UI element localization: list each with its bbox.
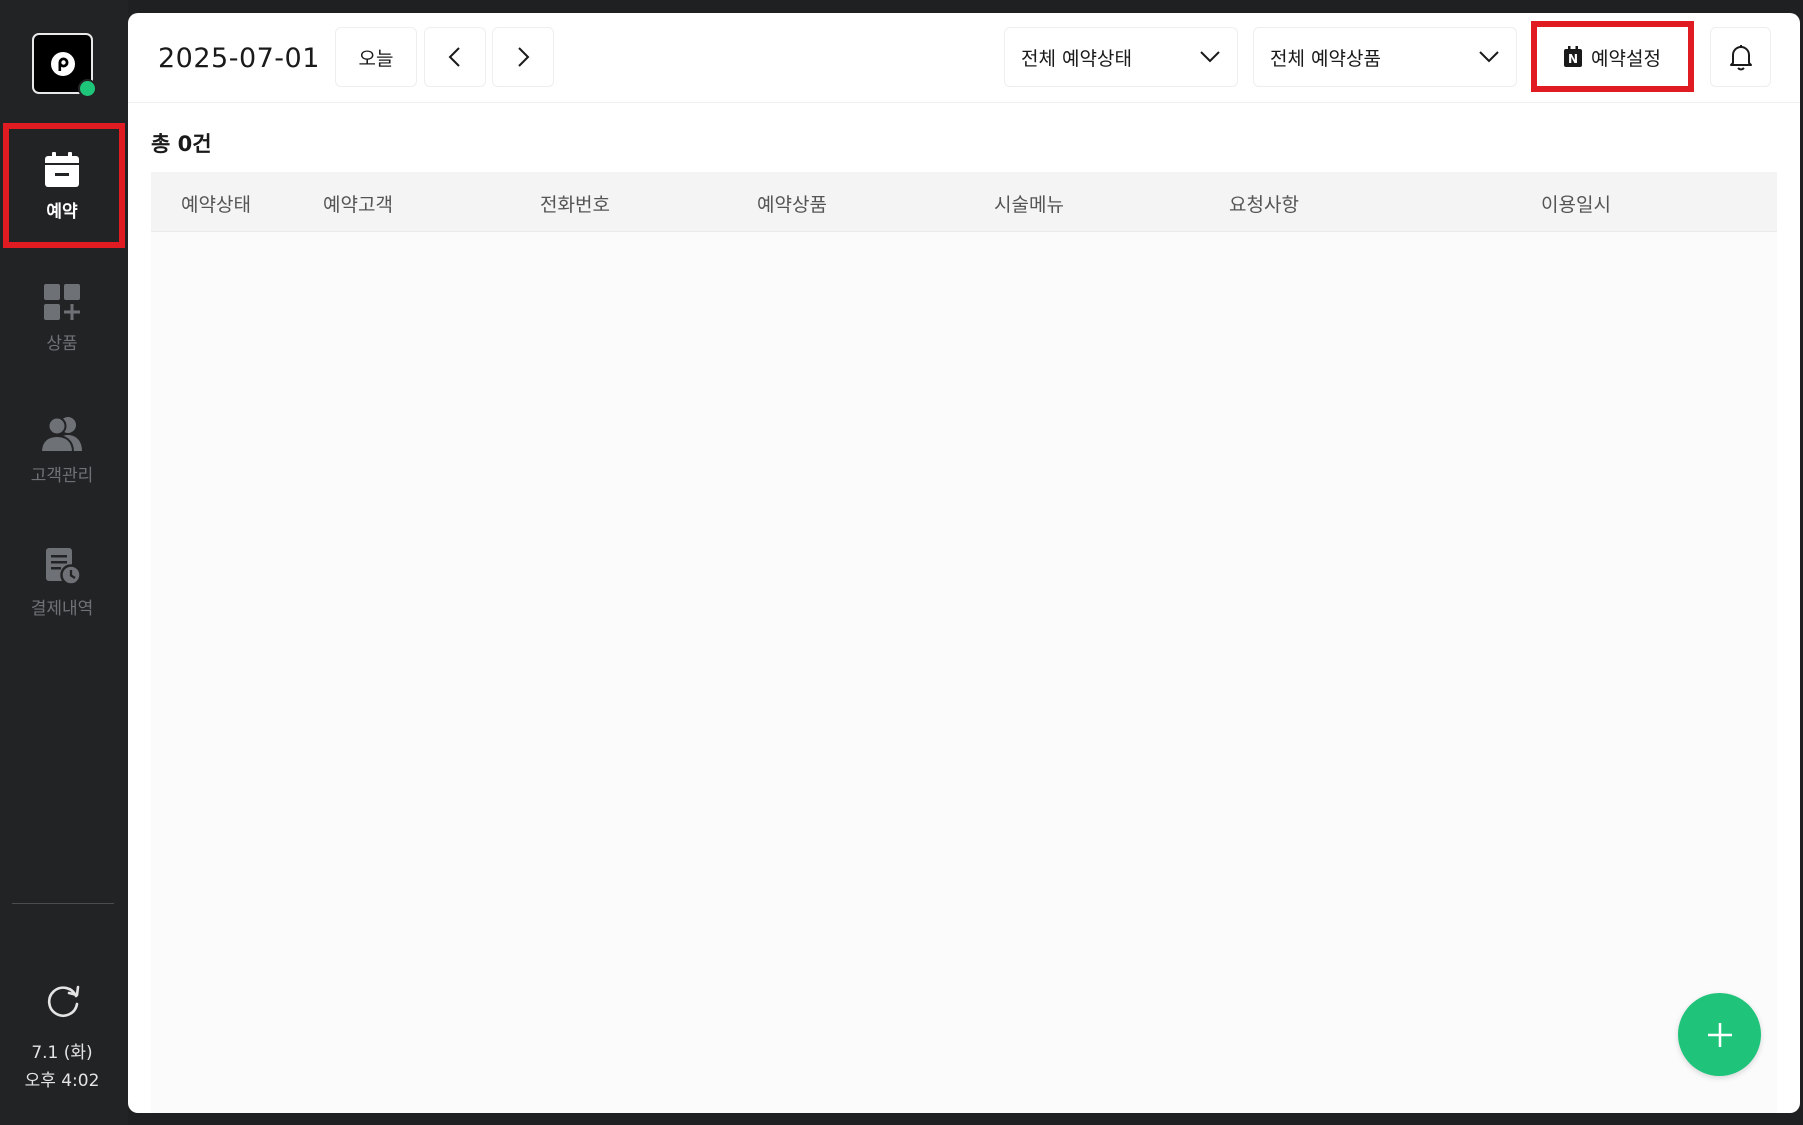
column-header-status: 예약상태 [181, 194, 251, 216]
reservation-settings-button[interactable]: N 예약설정 [1538, 27, 1686, 87]
reservation-product-select[interactable]: 전체 예약상품 [1253, 27, 1517, 87]
receipt-clock-icon [46, 547, 82, 586]
sidebar-item-label: 예약 [46, 201, 78, 222]
column-header-datetime: 이용일시 [1541, 194, 1611, 216]
chevron-right-icon [518, 47, 530, 67]
people-icon [40, 416, 82, 453]
table-body-empty [151, 232, 1777, 1113]
chevron-down-icon [1479, 51, 1499, 63]
current-time: 오후 4:02 [24, 1071, 100, 1091]
reservation-settings-label: 예약설정 [1591, 47, 1661, 70]
chevron-down-icon [1200, 51, 1220, 63]
total-count: 총 0건 [151, 132, 212, 156]
svg-text:N: N [1568, 52, 1578, 66]
sidebar-item-label: 고객관리 [30, 465, 94, 486]
sidebar-item-label: 결제내역 [30, 598, 94, 619]
reservation-status-select[interactable]: 전체 예약상태 [1004, 27, 1238, 87]
sidebar-item-reservation[interactable]: 예약 [0, 127, 124, 245]
notifications-button[interactable] [1710, 27, 1771, 87]
sidebar-item-label: 상품 [46, 333, 78, 354]
calendar-icon [45, 151, 79, 187]
top-toolbar: 2025-07-01 오늘 전체 예약상태 전체 예약상품 N 예약설정 [128, 13, 1800, 103]
app-window: 예약 상품 고객관리 결제내역 7.1 (화) 오후 4:02 2025-07-… [0, 0, 1803, 1125]
next-date-button[interactable] [492, 27, 554, 87]
sidebar-item-customers[interactable]: 고객관리 [0, 391, 124, 509]
bell-icon [1729, 45, 1752, 71]
sidebar: 예약 상품 고객관리 결제내역 7.1 (화) 오후 4:02 [0, 0, 128, 1125]
logo-icon [50, 51, 75, 76]
add-reservation-button[interactable] [1678, 993, 1761, 1076]
reservation-product-value: 전체 예약상품 [1270, 47, 1381, 70]
prev-date-button[interactable] [424, 27, 486, 87]
column-header-product: 예약상품 [757, 194, 827, 216]
sidebar-item-products[interactable]: 상품 [0, 259, 124, 377]
today-button[interactable]: 오늘 [335, 27, 417, 87]
naver-calendar-icon: N [1564, 46, 1583, 67]
selected-date[interactable]: 2025-07-01 [158, 43, 320, 74]
column-header-requests: 요청사항 [1229, 194, 1299, 216]
plus-icon [1707, 1022, 1732, 1047]
refresh-icon[interactable] [42, 980, 84, 1022]
sidebar-divider [12, 903, 114, 904]
current-date: 7.1 (화) [31, 1043, 93, 1063]
app-logo[interactable] [32, 33, 97, 98]
table-header: 예약상태 예약고객 전화번호 예약상품 시술메뉴 요청사항 이용일시 [151, 172, 1777, 232]
online-status-dot [78, 79, 97, 98]
grid-plus-icon [44, 283, 80, 320]
main-panel: 2025-07-01 오늘 전체 예약상태 전체 예약상품 N 예약설정 총 0… [128, 13, 1800, 1113]
reservation-status-value: 전체 예약상태 [1021, 47, 1132, 70]
chevron-left-icon [448, 47, 460, 67]
sidebar-item-payments[interactable]: 결제내역 [0, 523, 124, 641]
column-header-phone: 전화번호 [540, 194, 610, 216]
column-header-menu: 시술메뉴 [994, 194, 1064, 216]
column-header-customer: 예약고객 [323, 194, 393, 216]
